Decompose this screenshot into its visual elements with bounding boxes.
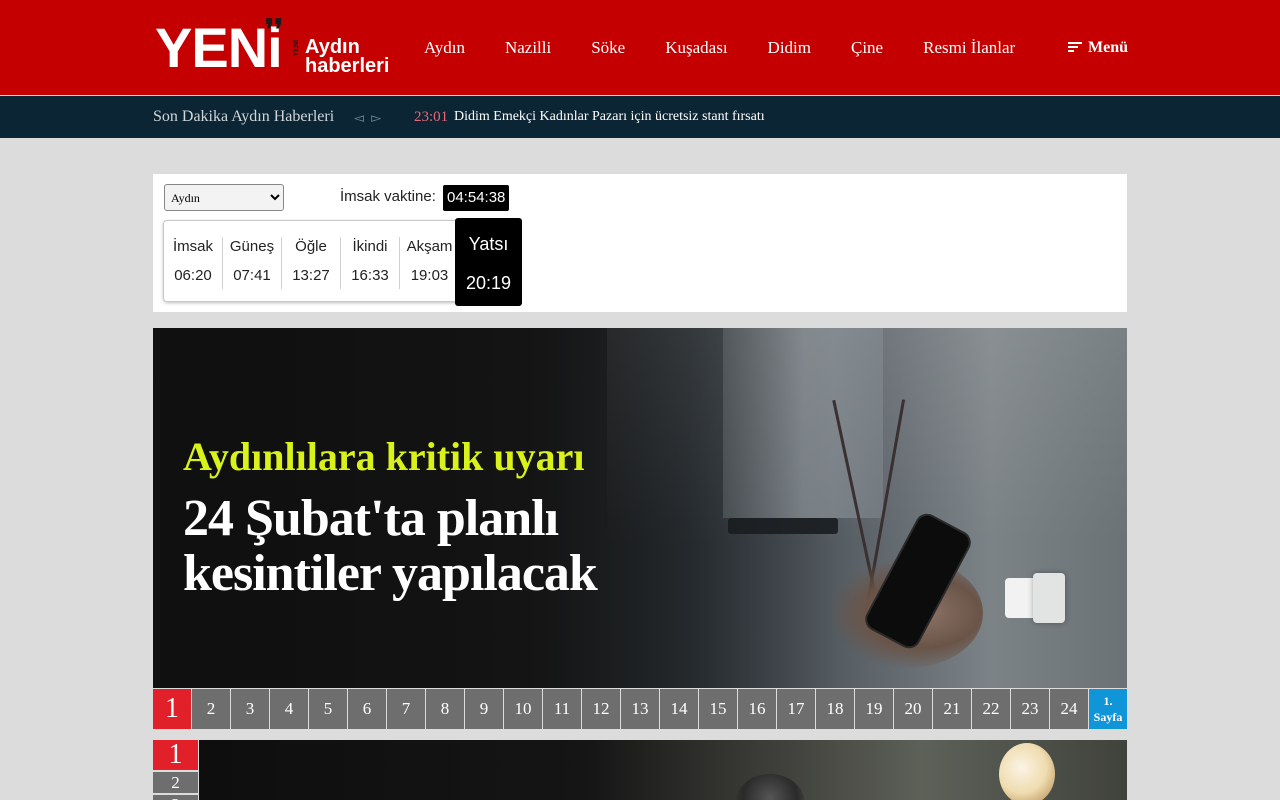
nav-item-kusadasi[interactable]: Kuşadası	[645, 0, 747, 95]
page-button[interactable]: 10	[504, 689, 542, 729]
logo-quote-mark: ❜❜	[265, 14, 284, 45]
prayer-time: 19:03	[410, 267, 449, 284]
prayer-time: 13:27	[292, 267, 330, 284]
prayer-name: Güneş	[229, 238, 275, 255]
first-page-button[interactable]: 1. Sayfa	[1089, 689, 1127, 729]
prayer-aksam: Akşam 19:03	[400, 237, 459, 289]
prayer-yatsi-current: Yatsı 20:19	[455, 218, 522, 306]
site-logo[interactable]: YENi ❜❜ YENİ Aydın haberleri	[155, 14, 389, 79]
page-button[interactable]: 15	[699, 689, 737, 729]
nav-item-resmi-ilanlar[interactable]: Resmi İlanlar	[903, 0, 1035, 95]
prayer-name: İkindi	[352, 238, 388, 255]
prayer-ogle: Öğle 13:27	[282, 237, 341, 289]
page-button[interactable]: 1	[153, 740, 198, 770]
page-button[interactable]: 4	[270, 689, 308, 729]
breaking-news-bar: Son Dakika Aydın Haberleri ◅ ▻ 23:01 Did…	[0, 96, 1280, 138]
hamburger-icon	[1068, 42, 1082, 53]
prayer-name: Yatsı	[468, 234, 509, 254]
breaking-arrows: ◅ ▻	[354, 96, 385, 140]
site-header: YENi ❜❜ YENİ Aydın haberleri Aydın Nazil…	[0, 0, 1280, 95]
logo-vertical-text: YENİ	[293, 40, 300, 57]
page-button[interactable]: 8	[426, 689, 464, 729]
nav-item-nazilli[interactable]: Nazilli	[485, 0, 571, 95]
imsak-countdown: 04:54:38	[443, 185, 510, 211]
prayer-name: İmsak	[172, 238, 213, 255]
breaking-headline-link[interactable]: Didim Emekçi Kadınlar Pazarı için ücrets…	[454, 96, 765, 138]
page-button[interactable]: 12	[582, 689, 620, 729]
nav-item-aydin[interactable]: Aydın	[404, 0, 485, 95]
menu-label: Menü	[1088, 38, 1128, 56]
menu-button[interactable]: Menü	[1068, 0, 1128, 95]
page-button[interactable]: 13	[621, 689, 659, 729]
page-button[interactable]: 5	[309, 689, 347, 729]
page-button[interactable]: 22	[972, 689, 1010, 729]
page-button[interactable]: 6	[348, 689, 386, 729]
page-button[interactable]: 24	[1050, 689, 1088, 729]
main-nav: Aydın Nazilli Söke Kuşadası Didim Çine R…	[404, 0, 1035, 95]
prayer-times-row: İmsak 06:20 Güneş 07:41 Öğle 13:27 İkind…	[163, 220, 465, 302]
prayer-ikindi: İkindi 16:33	[341, 237, 400, 289]
page-button[interactable]: 23	[1011, 689, 1049, 729]
breaking-time: 23:01	[414, 109, 449, 125]
prayer-time: 06:20	[174, 267, 212, 284]
hero-slide[interactable]: Aydınlılara kritik uyarı 24 Şubat'ta pla…	[153, 328, 1127, 688]
page-button[interactable]: 1	[153, 689, 191, 729]
page-button[interactable]: 20	[894, 689, 932, 729]
page-button[interactable]: 16	[738, 689, 776, 729]
prayer-time: 20:19	[465, 273, 512, 293]
breaking-title: Son Dakika Aydın Haberleri	[153, 108, 335, 125]
imsak-label: İmsak vaktine:	[340, 188, 436, 205]
prayer-name: Akşam	[406, 238, 453, 255]
page-button[interactable]: 21	[933, 689, 971, 729]
prayer-name: Öğle	[295, 238, 327, 255]
page-button[interactable]: 2	[153, 772, 198, 793]
city-select[interactable]: Aydın	[164, 184, 284, 211]
arrow-right-icon[interactable]: ▻	[371, 110, 381, 125]
nav-item-soke[interactable]: Söke	[571, 0, 645, 95]
page-button[interactable]: 3	[231, 689, 269, 729]
page-button[interactable]: 14	[660, 689, 698, 729]
prayer-gunes: Güneş 07:41	[223, 237, 282, 289]
page-button[interactable]: 19	[855, 689, 893, 729]
hero-title: 24 Şubat'ta planlı kesintiler yapılacak	[183, 490, 598, 602]
prayer-time: 07:41	[233, 267, 271, 284]
page-button[interactable]: 9	[465, 689, 503, 729]
secondary-slide[interactable]	[199, 740, 1127, 800]
nav-item-didim[interactable]: Didim	[748, 0, 831, 95]
page-button[interactable]: 11	[543, 689, 581, 729]
logo-line-2: haberleri	[305, 55, 390, 77]
slider-pagination: 1 2 3 4 5 6 7 8 9 10 11 12 13 14 15 16 1…	[153, 689, 1127, 729]
secondary-image-ball	[999, 743, 1055, 800]
page-button[interactable]: 18	[816, 689, 854, 729]
page-button[interactable]: 2	[192, 689, 230, 729]
arrow-left-icon[interactable]: ◅	[354, 110, 364, 125]
page-button[interactable]: 3	[153, 795, 198, 800]
prayer-times-widget: Aydın İmsak vaktine: 04:54:38 İmsak 06:2…	[153, 174, 1127, 312]
prayer-imsak: İmsak 06:20	[164, 237, 223, 289]
secondary-image-player	[735, 774, 805, 800]
page-button[interactable]: 17	[777, 689, 815, 729]
logo-word: YENi	[155, 16, 283, 79]
secondary-pagination: 1 2 3	[153, 740, 199, 800]
page-button[interactable]: 7	[387, 689, 425, 729]
hero-kicker: Aydınlılara kritik uyarı	[183, 434, 585, 479]
prayer-time: 16:33	[351, 267, 389, 284]
nav-item-cine[interactable]: Çine	[831, 0, 903, 95]
